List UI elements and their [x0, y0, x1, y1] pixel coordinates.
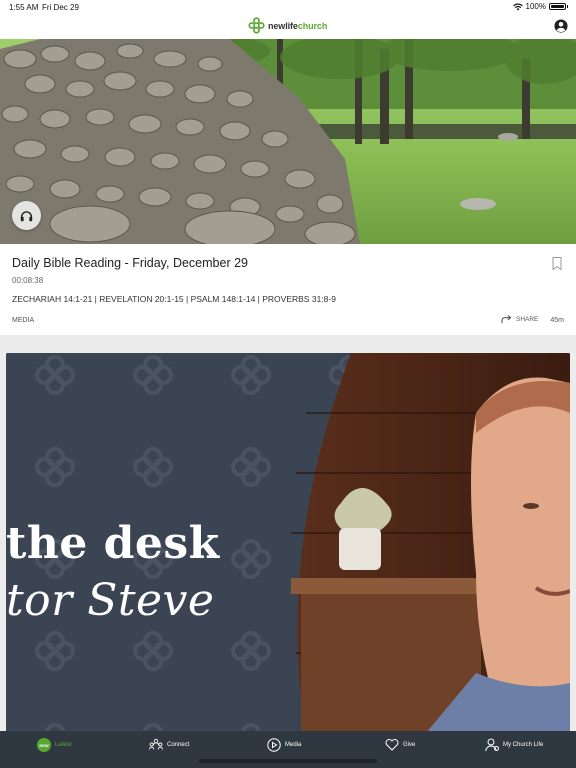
status-time: 1:55 AM [9, 3, 39, 12]
share-label: SHARE [516, 316, 539, 323]
tab-my-church-life[interactable]: My Church Life [485, 738, 543, 752]
card-duration: 00:08:38 [12, 276, 44, 285]
desk-card-heading-line2: tor Steve [6, 575, 215, 626]
play-circle-icon [267, 738, 281, 752]
battery-icon [549, 3, 568, 10]
logo-text-suffix: church [297, 20, 328, 31]
share-icon [501, 315, 512, 324]
desk-card-heading-line1: the desk [6, 518, 220, 569]
tab-latest-label: Latest [55, 742, 72, 748]
share-button[interactable]: SHARE [501, 315, 538, 324]
logo-text: newlifechurch [268, 21, 327, 31]
app-header: newlifechurch [0, 14, 576, 39]
tab-give-label: Give [403, 741, 416, 748]
heart-icon [385, 739, 399, 751]
new-badge-icon: NEW [37, 738, 51, 752]
logo-text-prefix: newlife [268, 20, 298, 31]
home-indicator [199, 759, 377, 763]
headphones-icon [20, 210, 33, 221]
church-logo: newlifechurch [248, 17, 327, 34]
status-bar: 1:55 AM Fri Dec 29 100% [0, 0, 576, 14]
bookmark-icon[interactable] [552, 257, 562, 270]
card-title[interactable]: Daily Bible Reading - Friday, December 2… [12, 256, 248, 270]
tab-media[interactable]: Media [267, 738, 301, 752]
tab-media-label: Media [285, 742, 302, 748]
logo-mark-icon [248, 17, 265, 34]
person-icon [485, 738, 499, 752]
daily-reading-card[interactable]: Daily Bible Reading - Friday, December 2… [0, 39, 576, 335]
hero-image [0, 39, 576, 244]
battery-percent: 100% [525, 2, 546, 11]
scripture-references: ZECHARIAH 14:1-21 | REVELATION 20:1-15 |… [12, 294, 336, 304]
tab-my-church-life-label: My Church Life [503, 742, 544, 748]
status-date: Fri Dec 29 [42, 3, 79, 12]
wifi-icon [512, 3, 523, 10]
card-age: 45m [550, 317, 564, 324]
from-the-desk-card[interactable]: the desk tor Steve [6, 353, 570, 733]
audio-play-button[interactable] [12, 201, 41, 230]
tab-give[interactable]: Give [385, 738, 415, 751]
profile-icon[interactable] [554, 19, 568, 33]
tab-latest[interactable]: NEW Latest [37, 738, 71, 752]
status-right: 100% [512, 2, 568, 11]
card-category: MEDIA [12, 317, 35, 324]
tab-connect-label: Connect [167, 741, 190, 748]
people-icon [149, 738, 163, 750]
tab-connect[interactable]: Connect [149, 738, 189, 751]
